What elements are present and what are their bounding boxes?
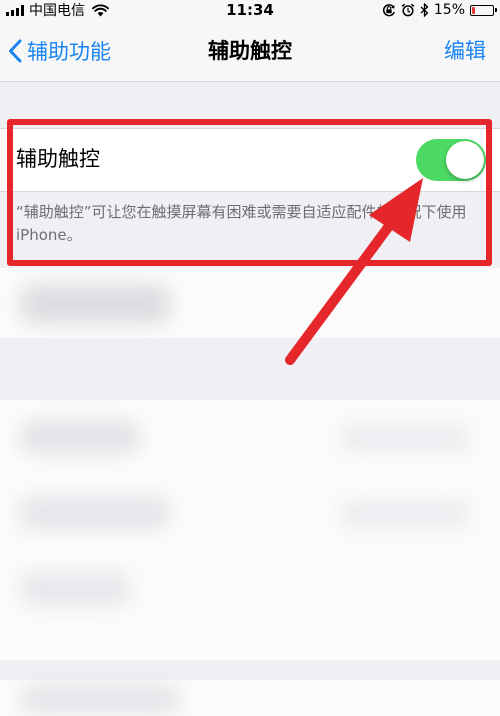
bluetooth-icon (420, 3, 429, 17)
rotation-lock-icon (382, 4, 395, 17)
status-right: 15% (382, 1, 497, 19)
highlight-box (7, 119, 492, 266)
status-bar: 中国电信 11:34 15% (0, 0, 500, 20)
navigation-bar: 辅助功能 辅助触控 编辑 (0, 20, 500, 82)
edit-button[interactable]: 编辑 (444, 36, 486, 66)
blurred-settings-list (0, 250, 500, 716)
blurred-row (0, 268, 500, 338)
page-title: 辅助触控 (208, 39, 292, 63)
alarm-icon (401, 3, 415, 17)
battery-percent: 15% (433, 2, 465, 18)
blurred-row (0, 680, 500, 716)
blurred-row (0, 400, 500, 660)
battery-icon (470, 4, 497, 16)
